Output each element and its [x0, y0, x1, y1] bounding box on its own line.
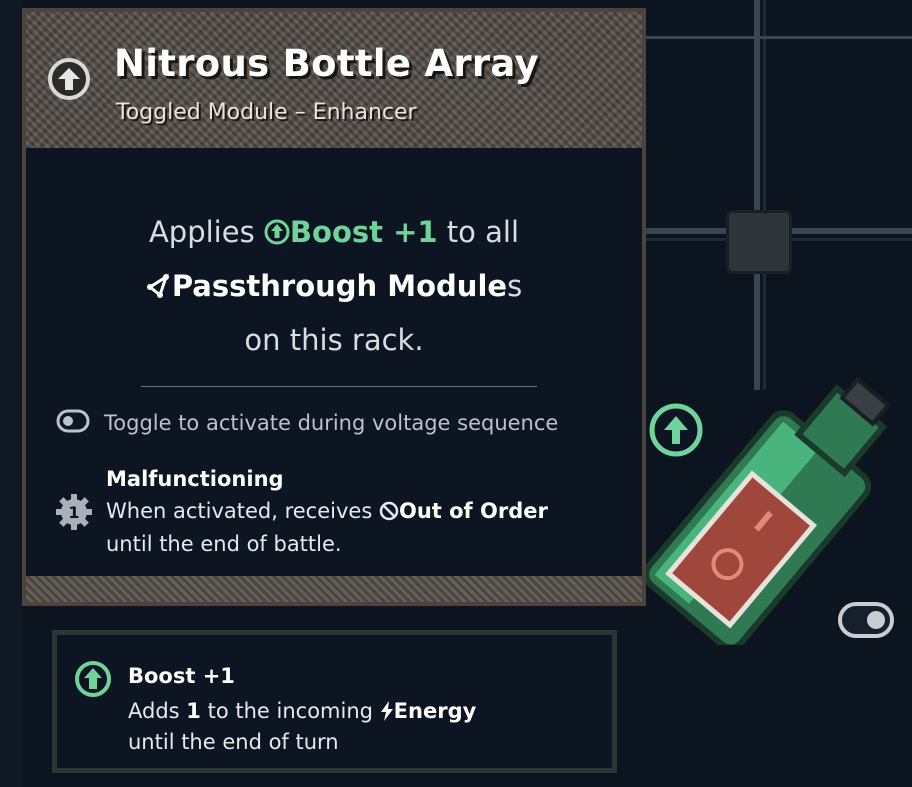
- passthrough-keyword[interactable]: Passthrough Module: [172, 269, 507, 303]
- circuit-line: [0, 0, 22, 787]
- boost-tooltip-line-2: until the end of turn: [128, 730, 339, 754]
- boost-tooltip-mid: to the incoming: [207, 699, 373, 723]
- toggle-info-row: Toggle to activate during voltage sequen…: [56, 408, 558, 438]
- module-description: Applies Boost +1 to all Passthrough Modu…: [26, 207, 642, 366]
- card-footer: [26, 576, 642, 602]
- boost-icon: [74, 660, 112, 702]
- toggle-switch-icon: [56, 409, 90, 437]
- description-line-1: Applies Boost +1 to all: [26, 207, 642, 261]
- circuit-line: [754, 0, 760, 390]
- boost-arrow-icon: [48, 58, 90, 100]
- boost-tooltip-amount: 1: [186, 699, 201, 723]
- toggle-switch-icon[interactable]: [838, 602, 894, 642]
- boost-keyword[interactable]: Boost +1: [290, 215, 438, 249]
- energy-keyword[interactable]: Energy: [394, 699, 477, 723]
- passthrough-icon: [146, 264, 172, 315]
- boost-tooltip-card: Boost +1 Adds 1 to the incoming Energy u…: [52, 630, 617, 773]
- toggle-description: Toggle to activate during voltage sequen…: [104, 411, 559, 435]
- malfunction-prefix: When activated, receives: [106, 499, 373, 523]
- boost-tooltip-prefix: Adds: [128, 699, 180, 723]
- description-line-3: on this rack.: [244, 323, 424, 357]
- circuit-line: [763, 0, 766, 390]
- module-tooltip-card: Nitrous Bottle Array Toggled Module – En…: [22, 8, 646, 606]
- malfunction-badge-number: 1: [68, 503, 79, 522]
- circuit-line: [646, 36, 912, 39]
- boost-icon: [264, 210, 290, 261]
- boost-tooltip-title: Boost +1: [128, 664, 235, 688]
- malfunction-line-2: until the end of battle.: [106, 532, 342, 556]
- lightning-icon: [380, 701, 394, 726]
- divider: [141, 386, 537, 387]
- out-of-order-icon: [379, 501, 399, 526]
- description-applies: Applies: [148, 215, 255, 249]
- description-to-all: to all: [446, 215, 520, 249]
- malfunction-line-1: When activated, receives Out of Order: [106, 499, 548, 526]
- description-line-2: Passthrough Modules: [26, 261, 642, 315]
- out-of-order-keyword[interactable]: Out of Order: [399, 499, 548, 523]
- plural-suffix: s: [507, 269, 523, 303]
- circuit-node: [726, 210, 792, 274]
- module-subtitle: Toggled Module – Enhancer: [116, 100, 417, 125]
- boost-tooltip-line-1: Adds 1 to the incoming Energy: [128, 699, 476, 726]
- malfunction-title: Malfunctioning: [106, 467, 284, 491]
- module-title: Nitrous Bottle Array: [114, 42, 539, 85]
- malfunction-gear-icon: 1: [54, 492, 94, 536]
